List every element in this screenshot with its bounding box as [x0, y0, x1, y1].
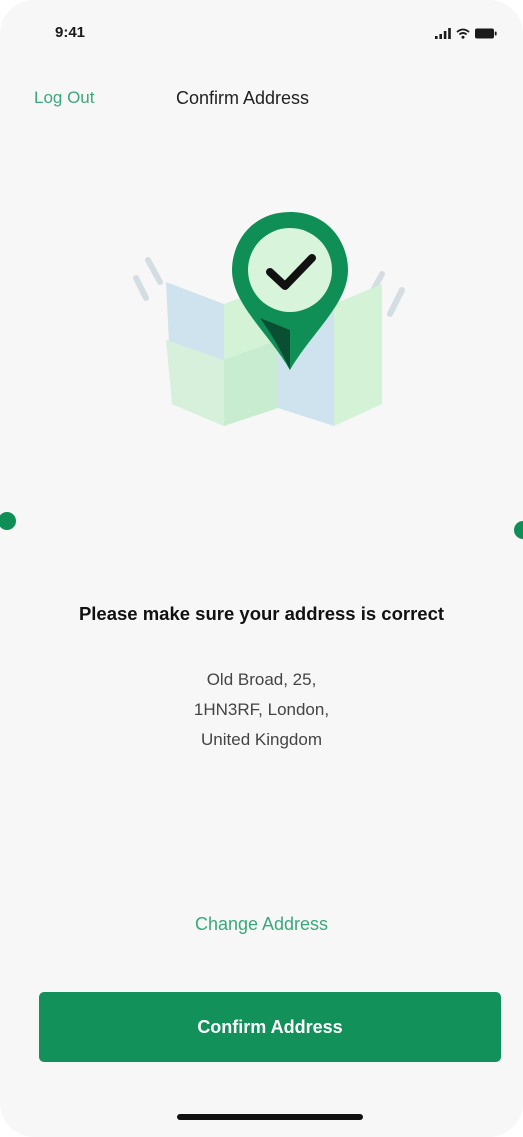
- address-block: Old Broad, 25, 1HN3RF, London, United Ki…: [0, 665, 523, 755]
- address-line-1: Old Broad, 25,: [206, 670, 317, 689]
- home-indicator[interactable]: [177, 1114, 363, 1120]
- address-line-2: 1HN3RF, London,: [193, 700, 330, 719]
- page-indicator-dot-left: [0, 512, 16, 530]
- navigation-bar: Log Out Confirm Address: [0, 84, 523, 118]
- map-location-check-illustration: [120, 200, 420, 440]
- logout-link[interactable]: Log Out: [34, 88, 95, 108]
- status-icons: [435, 26, 497, 44]
- confirmation-headline: Please make sure your address is correct: [78, 603, 445, 624]
- confirm-address-button[interactable]: Confirm Address: [39, 992, 501, 1062]
- battery-icon: [475, 26, 497, 44]
- cellular-signal-icon: [435, 26, 451, 44]
- wifi-icon: [456, 26, 470, 44]
- page-title: Confirm Address: [176, 88, 310, 108]
- address-line-3: United Kingdom: [201, 730, 322, 749]
- phone-screen: 9:41 Log Out Confirm Address Please make…: [0, 0, 523, 1137]
- status-time: 9:41: [55, 24, 86, 41]
- change-address-link[interactable]: Change Address: [0, 914, 523, 935]
- status-bar: 9:41: [0, 22, 523, 50]
- page-indicator-dot-right: [514, 521, 523, 539]
